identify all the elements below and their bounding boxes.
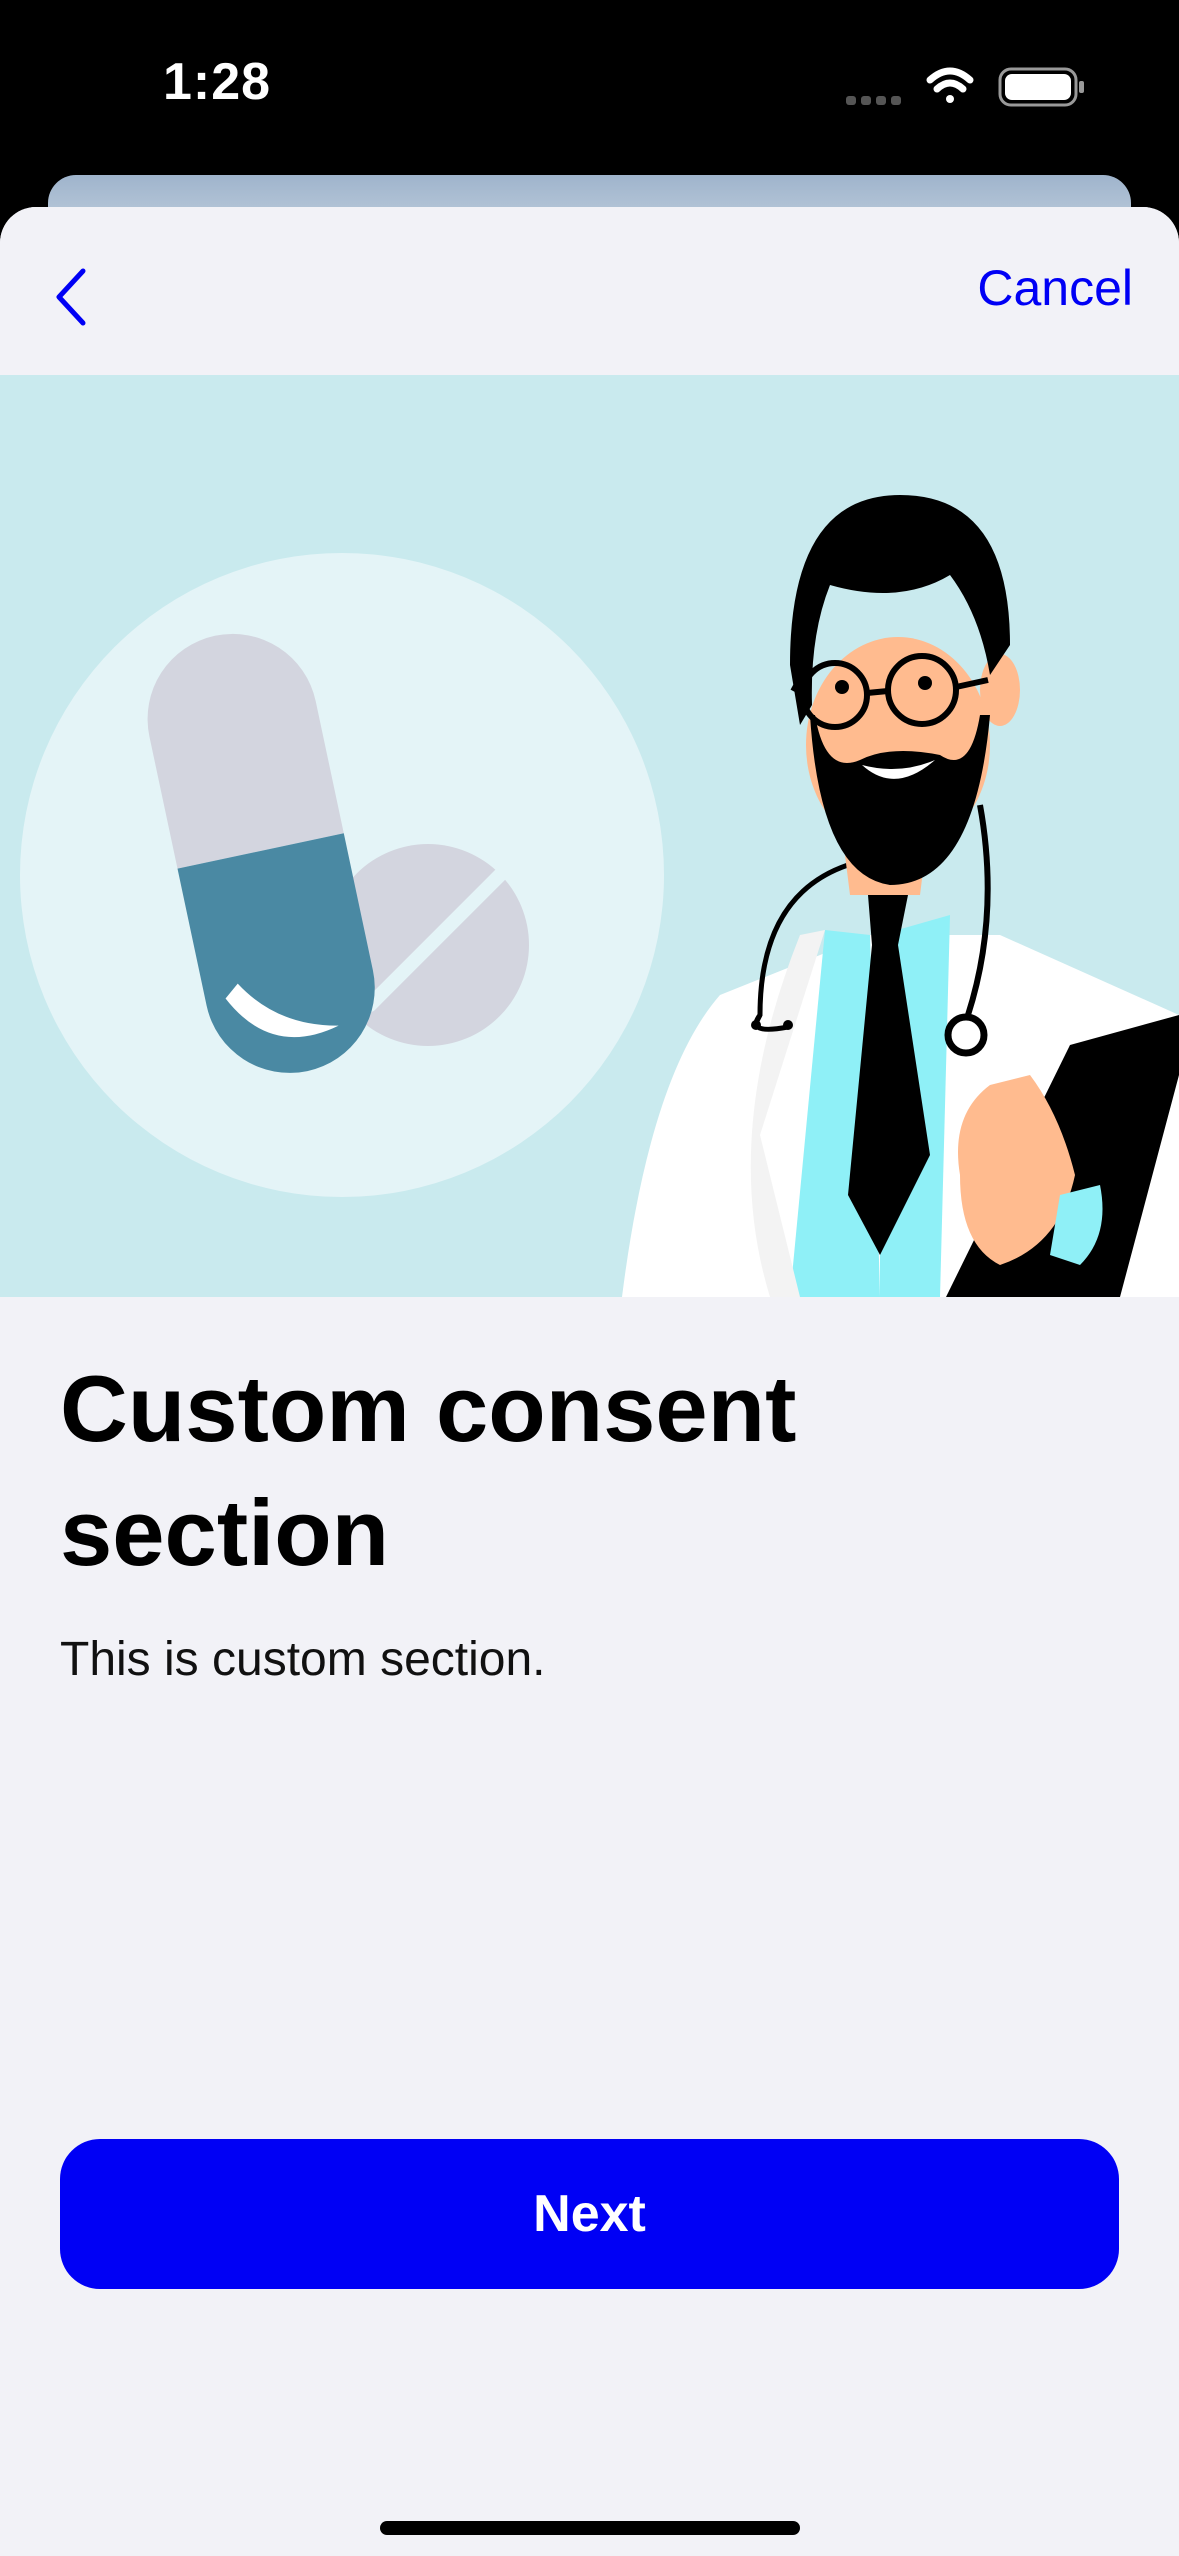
section-description: This is custom section. (60, 1633, 546, 1686)
cancel-button[interactable]: Cancel (977, 259, 1133, 317)
navigation-bar: Cancel (0, 207, 1179, 375)
screen: 1:28 Cancel Custom consent section This … (0, 0, 1179, 2556)
status-icons (846, 67, 1084, 107)
page-title: Custom consent section (60, 1356, 797, 1585)
back-button[interactable] (36, 257, 106, 337)
status-time: 1:28 (163, 53, 272, 111)
chevron-left-icon (56, 268, 86, 326)
hero-image (0, 375, 1179, 1297)
consent-sheet: Cancel Custom consent section This is cu… (0, 207, 1179, 2556)
home-indicator (380, 2521, 800, 2535)
wifi-icon (926, 67, 974, 103)
status-bar: 1:28 (0, 0, 1179, 175)
doctor-and-pills-illustration (0, 375, 1179, 1297)
battery-icon (998, 67, 1084, 107)
cellular-icon (846, 96, 901, 105)
next-button[interactable]: Next (60, 2139, 1119, 2289)
